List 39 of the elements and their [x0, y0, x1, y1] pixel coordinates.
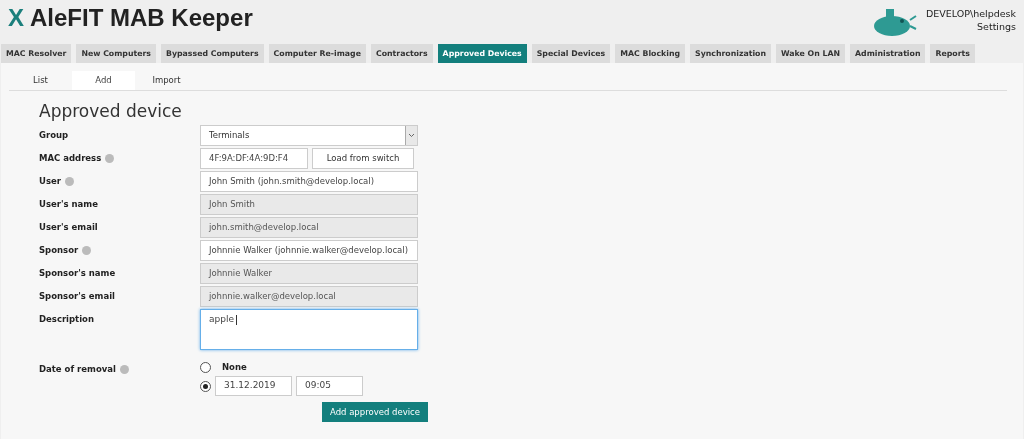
readonly-field: John Smith: [200, 194, 418, 215]
sub-tab[interactable]: Import: [135, 71, 198, 90]
time-field[interactable]: 09:05: [296, 376, 363, 396]
help-icon[interactable]: [119, 365, 129, 374]
field-label: Date of removal: [39, 364, 116, 374]
help-icon[interactable]: [105, 154, 115, 163]
field-label: Sponsor: [39, 245, 79, 255]
form-title: Approved device: [39, 101, 183, 121]
field-label: Description: [39, 314, 94, 324]
input-field[interactable]: 4F:9A:DF:4A:9D:F4: [200, 148, 308, 169]
field-label: Sponsor's email: [39, 291, 115, 301]
field-label: User: [39, 176, 61, 186]
date-field[interactable]: 31.12.2019: [215, 376, 292, 396]
app-title: AleFIT MAB Keeper: [30, 6, 253, 30]
add-approved-device-button[interactable]: Add approved device: [322, 402, 428, 422]
option-label: None: [222, 360, 247, 374]
help-icon[interactable]: [64, 177, 74, 186]
sub-tab[interactable]: List: [9, 71, 72, 90]
readonly-field: john.smith@develop.local: [200, 217, 418, 238]
field-label: User's name: [39, 199, 98, 209]
input-field[interactable]: Johnnie Walker (johnnie.walker@develop.local): [200, 240, 418, 261]
field-label: MAC address: [39, 153, 102, 163]
user-name: DEVELOP\helpdesk: [925, 7, 1016, 20]
sub-tab[interactable]: Add: [72, 71, 135, 90]
readonly-field: Johnnie Walker: [200, 263, 418, 284]
field-label: Sponsor's name: [39, 268, 116, 278]
readonly-field: johnnie.walker@develop.local: [200, 286, 418, 307]
field-label: Group: [39, 130, 69, 140]
radio-button[interactable]: [200, 361, 211, 373]
submarine-icon: [871, 6, 918, 38]
input-field[interactable]: John Smith (john.smith@develop.local): [200, 171, 418, 192]
load-from-switch-button[interactable]: Load from switch: [312, 148, 414, 169]
radio-button[interactable]: [200, 380, 211, 392]
description-field[interactable]: apple: [200, 309, 418, 350]
logo-mark: X: [8, 6, 24, 30]
settings-link[interactable]: Settings: [977, 20, 1016, 33]
help-icon[interactable]: [82, 246, 92, 255]
group-select[interactable]: Terminals: [200, 125, 418, 146]
field-label: User's email: [39, 222, 98, 232]
